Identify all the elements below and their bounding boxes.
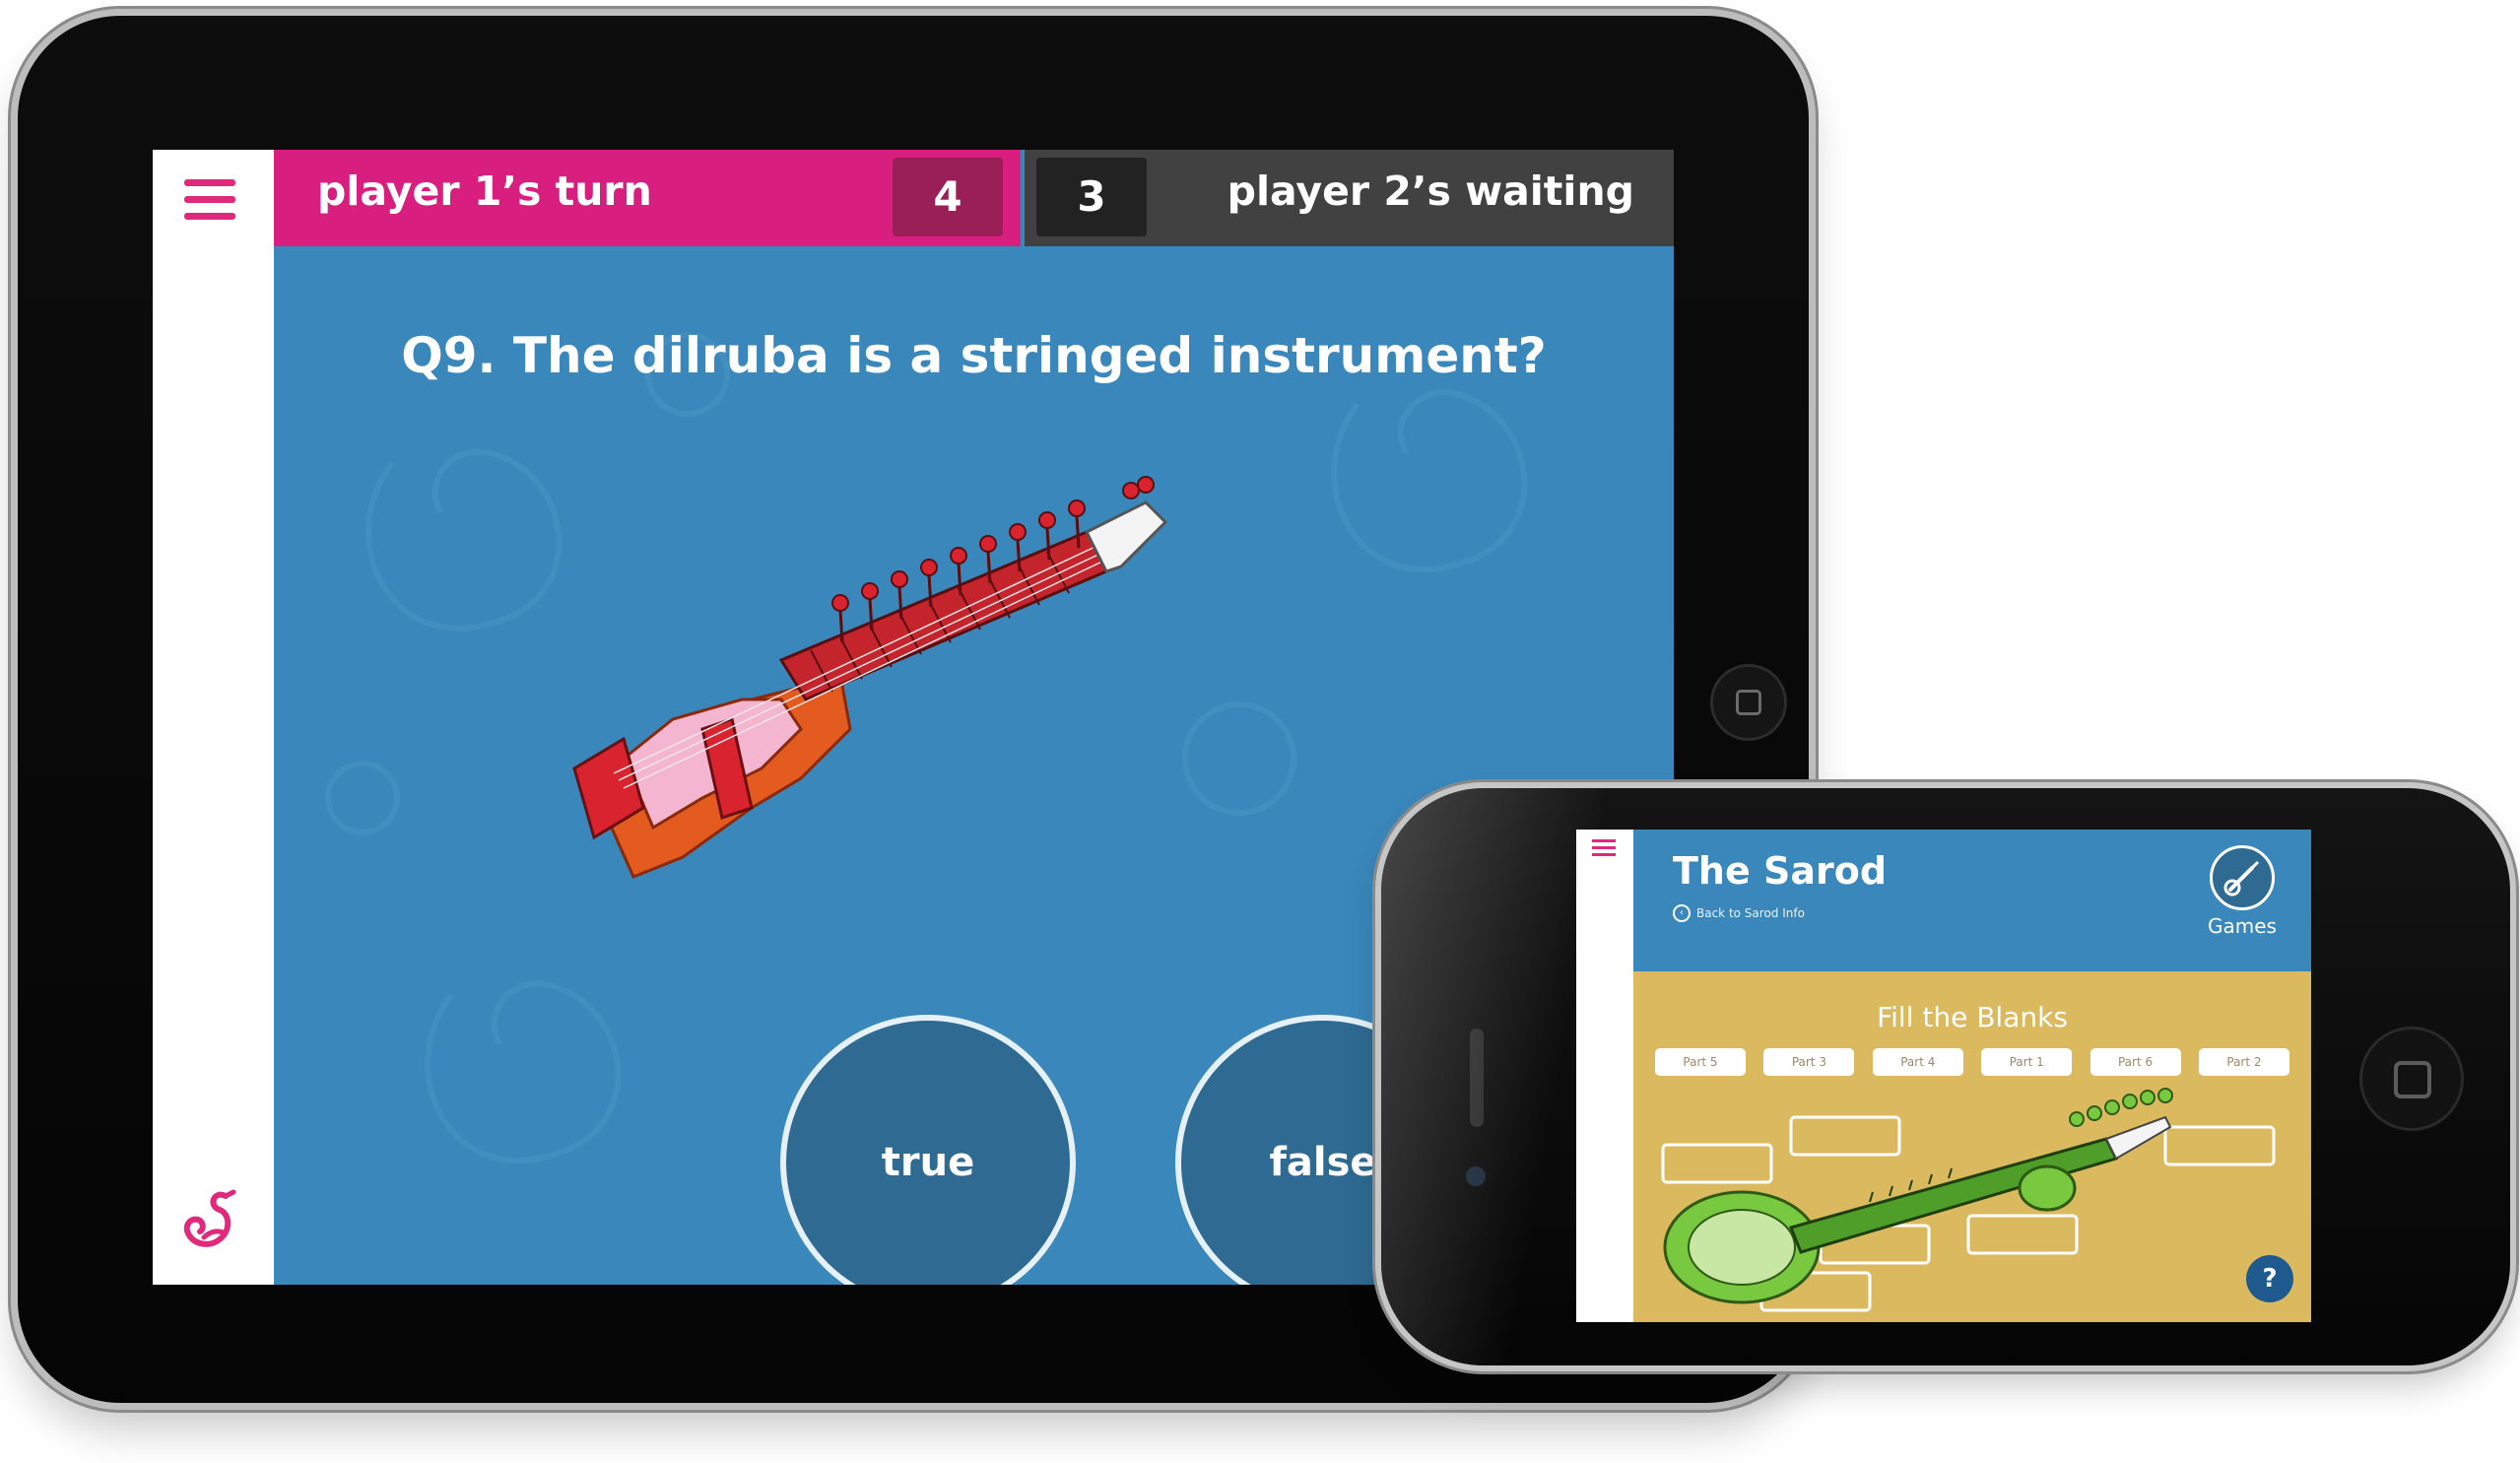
drop-zone[interactable] xyxy=(1966,1214,2079,1255)
game-title: Fill the Blanks xyxy=(1877,1001,2068,1033)
part-tiles: Part 5 Part 3 Part 4 Part 1 Part 6 Part … xyxy=(1655,1048,2289,1076)
back-link-label: Back to Sarod Info xyxy=(1696,906,1805,920)
swan-logo-icon xyxy=(183,1189,236,1247)
player2-panel: 3 player 2’s waiting xyxy=(1025,150,1674,246)
phone-device: The Sarod ‹ Back to Sarod Info Games Fil… xyxy=(1381,788,2510,1365)
tablet-home-button[interactable] xyxy=(1710,664,1787,741)
player2-score: 3 xyxy=(1036,158,1147,236)
score-bar: player 1’s turn 4 3 player 2’s waiting xyxy=(274,150,1674,246)
instrument-icon xyxy=(2210,845,2275,910)
part-tile[interactable]: Part 4 xyxy=(1872,1048,1963,1076)
part-tile[interactable]: Part 5 xyxy=(1655,1048,1746,1076)
fill-blanks-game: Fill the Blanks Part 5 Part 3 Part 4 Par… xyxy=(1633,971,2311,1322)
phone-screen: The Sarod ‹ Back to Sarod Info Games Fil… xyxy=(1576,830,2311,1322)
dilruba-illustration xyxy=(572,476,1168,879)
hamburger-menu-icon[interactable] xyxy=(184,179,235,223)
sarod-illustration xyxy=(1661,1088,2276,1312)
phone-header: The Sarod ‹ Back to Sarod Info Games xyxy=(1633,830,2311,971)
phone-glare xyxy=(1381,788,1608,1365)
part-tile[interactable]: Part 3 xyxy=(1763,1048,1855,1076)
question-text: Q9. The dilruba is a stringed instrument… xyxy=(401,327,1547,384)
games-label: Games xyxy=(2208,914,2277,938)
drop-zone[interactable] xyxy=(1789,1115,1901,1157)
player1-score: 4 xyxy=(893,158,1003,236)
help-button[interactable]: ? xyxy=(2246,1255,2293,1302)
player2-status: player 2’s waiting xyxy=(1227,167,1634,215)
sidebar xyxy=(153,150,274,1285)
drop-zone[interactable] xyxy=(2163,1125,2276,1166)
back-link[interactable]: ‹ Back to Sarod Info xyxy=(1673,904,1805,922)
part-tile[interactable]: Part 1 xyxy=(1981,1048,2073,1076)
player1-status: player 1’s turn xyxy=(317,167,652,215)
drop-zone[interactable] xyxy=(1661,1143,1773,1184)
back-arrow-icon: ‹ xyxy=(1673,904,1691,922)
games-button[interactable]: Games xyxy=(2203,845,2282,938)
player1-panel: player 1’s turn 4 xyxy=(274,150,1021,246)
part-tile[interactable]: Part 6 xyxy=(2089,1048,2181,1076)
part-tile[interactable]: Part 2 xyxy=(2198,1048,2289,1076)
page-title: The Sarod xyxy=(1673,849,1888,893)
phone-home-button[interactable] xyxy=(2359,1027,2464,1131)
